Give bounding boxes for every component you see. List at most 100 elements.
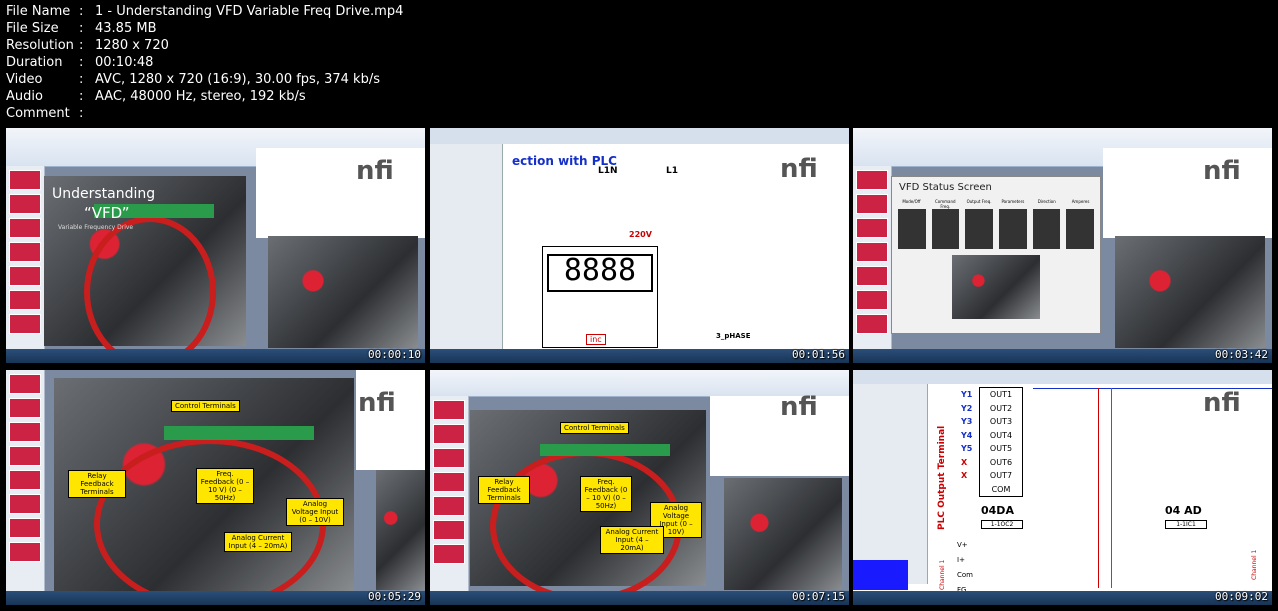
callout-freq-feedback: Freq. Feedback (0 – 10 V) (0 – 50Hz) xyxy=(196,468,254,504)
schematic-window xyxy=(1103,148,1272,238)
file-name-value: 1 - Understanding VFD Variable Freq Driv… xyxy=(95,4,404,19)
col-amperes: Amperes xyxy=(1071,199,1090,204)
audio-row: Audio : AAC, 48000 Hz, stereo, 192 kb/s xyxy=(6,88,403,105)
thumbnail-3[interactable]: nfi VFD Status Screen Mode/Off Command F… xyxy=(853,128,1272,363)
vfd-unit xyxy=(965,209,994,249)
col-output: Output Freq. xyxy=(966,199,992,204)
schematic-window xyxy=(356,370,425,470)
video-value: AVC, 1280 x 720 (16:9), 30.00 fps, 374 k… xyxy=(95,72,380,87)
callout-control-terminals: Control Terminals xyxy=(171,400,240,412)
vfd-unit xyxy=(1032,209,1061,249)
out-terminal-block: OUT1 OUT2 OUT3 OUT4 OUT5 OUT6 OUT7 COM xyxy=(979,387,1023,497)
pin-labels: V+ I+ Com FG xyxy=(957,538,973,598)
slide-subtitle: Variable Frequency Drive xyxy=(58,224,134,231)
timestamp: 00:03:42 xyxy=(1215,348,1268,361)
nfi-logo: nfi xyxy=(780,154,818,184)
resolution-row: Resolution : 1280 x 720 xyxy=(6,37,403,54)
nfi-logo: nfi xyxy=(1203,156,1241,186)
thumbnail-5[interactable]: nfi Control Terminals Relay Feedback Ter… xyxy=(430,370,849,605)
comment-key: Comment xyxy=(6,106,70,121)
label-inc: inc xyxy=(586,334,606,345)
timestamp: 00:05:29 xyxy=(368,590,421,603)
timestamp: 00:09:02 xyxy=(1215,590,1268,603)
thumbnail-2[interactable]: ection with PLC L1N L1 220V 8888 inc 3_p… xyxy=(430,128,849,363)
out-1: OUT1 xyxy=(989,390,1013,399)
col-direction: Direction xyxy=(1037,199,1056,204)
label-l1: L1 xyxy=(666,166,678,176)
separator: : xyxy=(79,4,84,19)
file-size-row: File Size : 43.85 MB xyxy=(6,20,403,37)
timestamp: 00:07:15 xyxy=(792,590,845,603)
library-panel xyxy=(853,384,928,584)
pin-iplus: I+ xyxy=(957,556,965,564)
separator: : xyxy=(79,89,84,104)
nfi-logo: nfi xyxy=(1203,388,1241,418)
slide-strip xyxy=(6,370,45,591)
callout-relay-feedback: Relay Feedback Terminals xyxy=(68,470,126,498)
wire-vertical xyxy=(1111,388,1112,588)
webcam-photo xyxy=(1115,236,1265,348)
thumbnail-1[interactable]: nfi Understanding “VFD” Variable Frequen… xyxy=(6,128,425,363)
file-info-panel: File Name : 1 - Understanding VFD Variab… xyxy=(6,3,403,122)
out-2: OUT2 xyxy=(989,403,1013,413)
taskbar xyxy=(853,591,1272,605)
webcam-photo xyxy=(268,236,418,348)
callout-analog-voltage: Analog Voltage Input (0 – 10V) xyxy=(286,498,344,526)
file-name-row: File Name : 1 - Understanding VFD Variab… xyxy=(6,3,403,20)
webcam-photo xyxy=(724,478,842,590)
side-label: PLC Output Terminal xyxy=(937,425,947,530)
app-toolbar xyxy=(853,370,1272,384)
nfi-logo: nfi xyxy=(358,388,396,418)
pin-com: Com xyxy=(957,571,973,579)
vfd-unit xyxy=(898,209,926,249)
webcam-photo xyxy=(376,470,425,590)
timestamp: 00:00:10 xyxy=(368,348,421,361)
callout-control-terminals: Control Terminals xyxy=(560,422,629,434)
slide-title-vfd: “VFD” xyxy=(84,204,130,222)
taskbar xyxy=(430,591,849,605)
video-row: Video : AVC, 1280 x 720 (16:9), 30.00 fp… xyxy=(6,71,403,88)
vfd-unit xyxy=(1066,209,1095,249)
comment-row: Comment : xyxy=(6,105,403,122)
module-04da: 04DA xyxy=(981,504,1014,517)
col-command: Command Freq. xyxy=(934,199,956,209)
channel-label: Channel 1 xyxy=(939,559,946,590)
slide-strip xyxy=(853,166,892,349)
audio-value: AAC, 48000 Hz, stereo, 192 kb/s xyxy=(95,89,306,104)
app-toolbar xyxy=(430,128,849,144)
out-6: OUT6 xyxy=(989,457,1013,467)
audio-key: Audio xyxy=(6,89,43,104)
taskbar xyxy=(853,349,1272,363)
wire-vertical xyxy=(1098,388,1099,588)
timestamp: 00:01:56 xyxy=(792,348,845,361)
vfd-units xyxy=(898,209,1095,249)
slide-strip xyxy=(6,166,45,349)
module-04ad: 04 AD xyxy=(1165,504,1202,517)
output-x: X xyxy=(961,471,968,480)
thumbnail-6[interactable]: PLC Output Terminal Y1 Y2 Y3 Y4 Y5 X X O… xyxy=(853,370,1272,605)
seven-segment-display: 8888 xyxy=(547,254,653,292)
file-name-key: File Name xyxy=(6,4,71,19)
file-size-key: File Size xyxy=(6,21,59,36)
out-4: OUT4 xyxy=(989,430,1013,440)
terminal-block xyxy=(540,444,670,456)
status-screen-title: VFD Status Screen xyxy=(899,182,992,193)
resolution-key: Resolution xyxy=(6,38,74,53)
duration-key: Duration xyxy=(6,55,63,70)
vfd-closeup xyxy=(952,255,1040,319)
label-phase: 3_pHASE xyxy=(716,332,751,340)
separator: : xyxy=(79,38,84,53)
thumbnail-4[interactable]: nfi Control Terminals Relay Feedback Ter… xyxy=(6,370,425,605)
output-y5: Y5 xyxy=(961,444,973,453)
separator: : xyxy=(79,55,84,70)
duration-value: 00:10:48 xyxy=(95,55,154,70)
callout-analog-current: Analog Current Input (4 – 20mA) xyxy=(224,532,292,552)
out-com: COM xyxy=(991,484,1011,494)
callout-analog-current: Analog Current Input (4 – 20mA) xyxy=(600,526,664,554)
separator: : xyxy=(79,72,84,87)
pin-vplus: V+ xyxy=(957,541,968,549)
taskbar xyxy=(430,349,849,363)
vfd-unit xyxy=(999,209,1027,249)
output-x: X xyxy=(961,457,968,467)
separator: : xyxy=(79,106,84,121)
